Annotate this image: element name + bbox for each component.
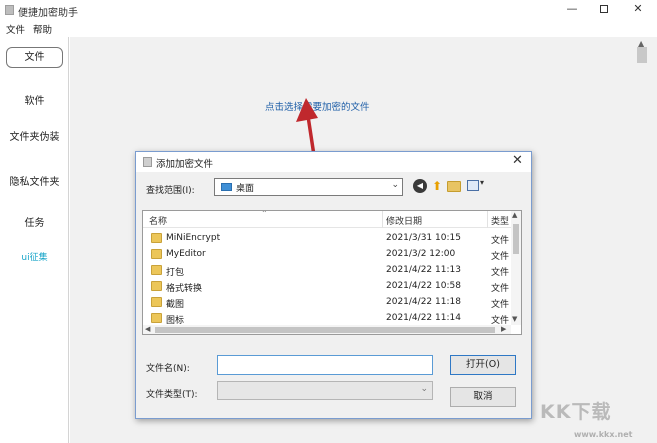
file-date: 2021/4/22 10:58 — [386, 281, 461, 291]
file-row[interactable]: MyEditor 2021/3/2 12:00 文件 — [143, 246, 511, 262]
look-in-label: 查找范围(I): — [146, 186, 195, 196]
sidebar-item-software[interactable]: 软件 — [0, 92, 69, 107]
file-list-header: ⌃ 名称 修改日期 类型 — [143, 211, 521, 228]
file-row[interactable]: 截图 2021/4/22 11:18 文件 — [143, 294, 511, 310]
file-type: 文件 — [491, 236, 510, 246]
new-folder-button[interactable] — [447, 181, 461, 192]
folder-icon — [151, 281, 162, 291]
sidebar-item-folder-disguise[interactable]: 文件夹伪装 — [0, 128, 69, 143]
file-list[interactable]: ⌃ 名称 修改日期 类型 MiNiEncrypt 2021/3/31 10:15… — [142, 210, 522, 335]
dialog-title-bar: 添加加密文件 ✕ — [136, 152, 531, 172]
scroll-thumb[interactable] — [637, 47, 647, 63]
file-date: 2021/4/22 11:13 — [386, 265, 461, 275]
open-button[interactable]: 打开(O) — [450, 355, 516, 375]
dialog-app-icon — [143, 157, 152, 167]
file-name-label: 文件名(N): — [146, 364, 190, 374]
view-dropdown-icon: ▾ — [480, 178, 485, 187]
desktop-folder-icon — [221, 183, 232, 191]
window-title: 便捷加密助手 — [18, 8, 78, 19]
app-icon — [5, 5, 14, 15]
view-grid-icon — [467, 180, 479, 191]
main-scrollbar[interactable]: ▲ — [635, 39, 649, 443]
back-arrow-icon: ◀ — [416, 181, 424, 190]
file-list-hscrollbar[interactable]: ◀ ▶ — [143, 325, 511, 334]
folder-icon — [151, 313, 162, 323]
back-button[interactable]: ◀ — [413, 179, 427, 193]
file-date: 2021/3/2 12:00 — [386, 249, 456, 259]
scroll-left-icon[interactable]: ◀ — [145, 325, 150, 333]
chevron-down-icon[interactable]: ⌄ — [391, 180, 399, 190]
watermark-url: www.kkx.net — [574, 430, 633, 439]
file-type: 文件 — [491, 268, 510, 278]
view-menu-button[interactable]: ▾ — [467, 178, 487, 192]
dialog-close-button[interactable]: ✕ — [512, 153, 523, 168]
sidebar-item-private-folder[interactable]: 隐私文件夹 — [0, 173, 69, 188]
sidebar-item-task[interactable]: 任务 — [0, 214, 69, 229]
column-divider[interactable] — [382, 211, 383, 228]
watermark-logo: KK下载 — [540, 401, 612, 423]
vscroll-thumb[interactable] — [513, 224, 519, 254]
folder-icon — [151, 297, 162, 307]
title-bar: 便捷加密助手 — ✕ — [0, 0, 657, 20]
cancel-button[interactable]: 取消 — [450, 387, 516, 407]
file-row[interactable]: 格式转换 2021/4/22 10:58 文件 — [143, 278, 511, 294]
close-button[interactable]: ✕ — [624, 0, 652, 20]
file-name: 截图 — [166, 300, 185, 310]
folder-icon — [151, 249, 162, 259]
scroll-right-icon[interactable]: ▶ — [501, 325, 506, 333]
file-name: 格式转换 — [166, 284, 203, 294]
column-header-type[interactable]: 类型 — [491, 214, 509, 227]
dialog-title: 添加加密文件 — [156, 159, 214, 170]
maximize-button[interactable] — [590, 0, 618, 20]
folder-icon — [151, 233, 162, 243]
file-name: MiNiEncrypt — [166, 233, 221, 243]
menu-bar: 文件 帮助 — [0, 20, 657, 36]
file-date: 2021/4/22 11:18 — [386, 297, 461, 307]
scroll-down-icon[interactable]: ▼ — [512, 315, 517, 323]
menu-help[interactable]: 帮助 — [33, 22, 52, 36]
chevron-down-icon[interactable]: ⌄ — [420, 384, 428, 394]
file-name: MyEditor — [166, 249, 206, 259]
file-date: 2021/4/22 11:14 — [386, 313, 461, 323]
add-encrypt-file-dialog: 添加加密文件 ✕ 查找范围(I): 桌面 ⌄ ◀ ⬆ ▾ ⌃ 名称 修改日期 类… — [135, 151, 532, 419]
column-header-date[interactable]: 修改日期 — [386, 214, 422, 227]
file-type: 文件 — [491, 284, 510, 294]
file-name: 打包 — [166, 268, 185, 278]
sidebar: 文件 软件 文件夹伪装 隐私文件夹 任务 ui征集 — [0, 37, 69, 443]
maximize-icon — [600, 5, 608, 13]
scroll-up-icon[interactable]: ▲ — [512, 211, 517, 219]
sort-ascending-icon: ⌃ — [261, 210, 268, 218]
file-name-input[interactable] — [217, 355, 433, 375]
look-in-dropdown[interactable]: 桌面 ⌄ — [214, 178, 403, 196]
file-type: 文件 — [491, 252, 510, 262]
file-type-label: 文件类型(T): — [146, 390, 198, 400]
file-row[interactable]: 图标 2021/4/22 11:14 文件 — [143, 310, 511, 326]
minimize-button[interactable]: — — [558, 0, 586, 20]
look-in-value: 桌面 — [236, 184, 255, 194]
up-folder-button[interactable]: ⬆ — [430, 179, 444, 193]
hscroll-thumb[interactable] — [155, 327, 495, 333]
file-type: 文件 — [491, 300, 510, 310]
sidebar-item-ui-collection[interactable]: ui征集 — [0, 250, 69, 263]
file-list-vscrollbar[interactable]: ▲ ▼ — [511, 211, 521, 325]
column-divider[interactable] — [487, 211, 488, 228]
menu-file[interactable]: 文件 — [6, 22, 25, 36]
file-row[interactable]: MiNiEncrypt 2021/3/31 10:15 文件 — [143, 230, 511, 246]
sidebar-item-file[interactable]: 文件 — [6, 47, 63, 68]
column-header-name[interactable]: 名称 — [149, 214, 167, 227]
file-type-select[interactable]: ⌄ — [217, 381, 433, 400]
up-arrow-icon: ⬆ — [431, 179, 443, 193]
file-row[interactable]: 打包 2021/4/22 11:13 文件 — [143, 262, 511, 278]
file-date: 2021/3/31 10:15 — [386, 233, 461, 243]
folder-icon — [151, 265, 162, 275]
